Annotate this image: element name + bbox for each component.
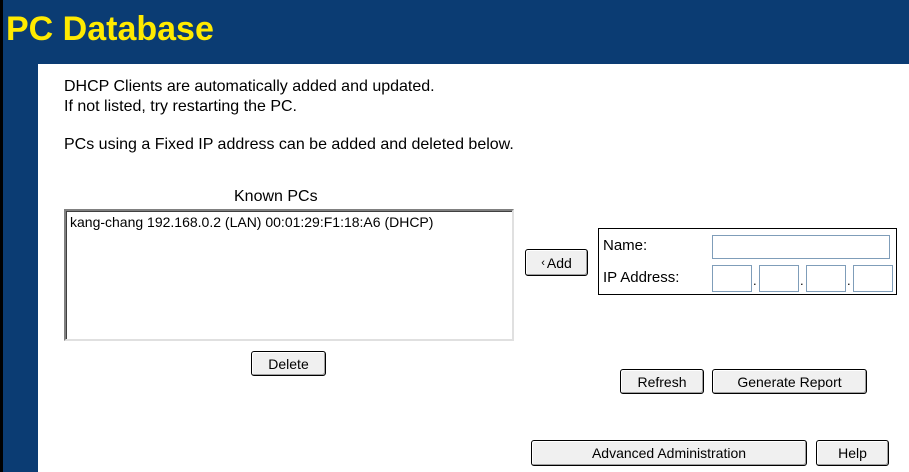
- known-pcs-listbox[interactable]: kang-chang 192.168.0.2 (LAN) 00:01:29:F1…: [64, 209, 514, 341]
- ip-octet-1-input[interactable]: [712, 265, 752, 292]
- intro-line-2: If not listed, try restarting the PC.: [64, 98, 297, 115]
- list-item[interactable]: kang-chang 192.168.0.2 (LAN) 00:01:29:F1…: [66, 211, 512, 230]
- advanced-administration-button[interactable]: Advanced Administration: [531, 440, 807, 466]
- ip-separator: .: [800, 273, 804, 288]
- page-title: PC Database: [6, 10, 214, 48]
- ip-separator: .: [753, 273, 757, 288]
- ip-octet-2-input[interactable]: [759, 265, 799, 292]
- help-button[interactable]: Help: [816, 440, 889, 466]
- add-button-label: Add: [546, 254, 572, 271]
- ip-address-label: IP Address:: [603, 269, 680, 286]
- add-pc-form: Name: IP Address: . . .: [598, 228, 897, 295]
- add-button[interactable]: ‹ Add: [525, 249, 588, 276]
- advanced-administration-button-label: Advanced Administration: [591, 445, 747, 461]
- name-input[interactable]: [712, 235, 890, 259]
- chevron-left-icon: ‹: [541, 256, 545, 269]
- left-edge-line: [0, 0, 3, 472]
- ip-separator: .: [847, 273, 851, 288]
- refresh-button[interactable]: Refresh: [620, 369, 704, 394]
- page-header: PC Database: [0, 0, 909, 64]
- delete-button[interactable]: Delete: [251, 351, 326, 376]
- intro-line-3: PCs using a Fixed IP address can be adde…: [64, 136, 514, 153]
- known-pcs-label: Known PCs: [234, 188, 318, 205]
- page-frame: PC Database DHCP Clients are automatical…: [0, 0, 909, 472]
- intro-line-1: DHCP Clients are automatically added and…: [64, 78, 435, 95]
- refresh-button-label: Refresh: [637, 373, 687, 390]
- ip-octet-4-input[interactable]: [853, 265, 893, 292]
- left-sidebar-bar: [0, 64, 38, 472]
- delete-button-label: Delete: [268, 355, 309, 372]
- help-button-label: Help: [838, 445, 867, 461]
- name-label: Name:: [603, 237, 648, 254]
- ip-octet-3-input[interactable]: [806, 265, 846, 292]
- generate-report-button-label: Generate Report: [737, 373, 842, 390]
- generate-report-button[interactable]: Generate Report: [712, 369, 867, 394]
